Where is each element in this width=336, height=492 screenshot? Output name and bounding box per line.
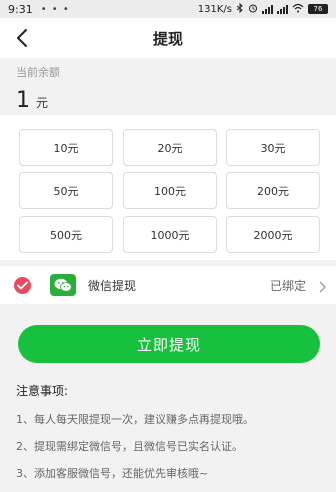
amount-option[interactable]: 100元 [123,172,217,209]
amount-option[interactable]: 50元 [19,172,113,209]
status-dots: • • • [40,3,70,15]
note-item: 1、每人每天限提现一次，建议赚多点再提现哦。 [16,413,254,426]
notes-heading: 注意事项: [16,384,69,398]
amount-option[interactable]: 2000元 [226,216,320,253]
bind-status: 已绑定 [269,279,306,293]
amount-option[interactable]: 30元 [226,129,320,166]
page-title: 提现 [152,29,183,48]
payment-method-label: 微信提现 [88,279,137,293]
signal-icon-2 [277,4,288,14]
status-time: 9:31 [8,2,33,16]
amount-option[interactable]: 20元 [123,129,217,166]
withdraw-button[interactable]: 立即提现 [18,325,320,363]
note-item: 2、提现需绑定微信号，且微信号已实名认证。 [16,440,243,453]
checkmark-icon[interactable] [14,277,31,294]
balance-unit: 元 [36,96,49,110]
amount-option[interactable]: 500元 [19,216,113,253]
battery-icon: 76 [308,4,328,14]
amount-option[interactable]: 200元 [226,172,320,209]
top-nav-bar: 提现 [0,18,336,58]
note-item: 3、添加客服微信号，还能优先审核哦~ [16,467,209,480]
chevron-left-icon [17,29,27,47]
balance-section: 当前余额 1 元 [0,58,336,115]
amount-option[interactable]: 10元 [19,129,113,166]
status-bar: 9:31 • • • 131K/s 76 [0,0,336,18]
wechat-icon [50,274,76,296]
amount-option[interactable]: 1000元 [123,216,217,253]
bluetooth-icon [236,2,244,16]
chevron-right-icon [319,278,326,297]
wechat-withdraw-row[interactable]: 微信提现 已绑定 [0,266,336,304]
back-button[interactable] [8,24,36,52]
network-speed: 131K/s [197,3,232,15]
notes-section: 注意事项: 1、每人每天限提现一次，建议赚多点再提现哦。 2、提现需绑定微信号，… [16,382,326,492]
amount-grid: 10元 20元 30元 50元 100元 200元 500元 1000元 200… [0,115,336,260]
wifi-icon [292,3,304,16]
alarm-icon [248,3,258,16]
balance-amount: 1 [16,88,30,113]
signal-icon [262,4,273,14]
balance-label: 当前余额 [16,66,60,79]
